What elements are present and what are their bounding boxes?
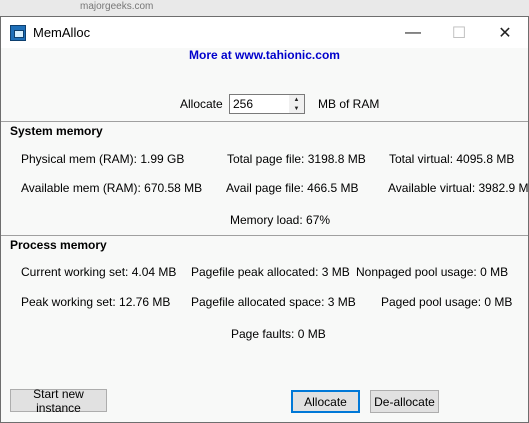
allocate-spinner[interactable]: ▲ ▼ xyxy=(289,95,304,113)
pagefile-allocated-space-value: Pagefile allocated space: 3 MB xyxy=(191,295,356,309)
paged-pool-usage-value: Paged pool usage: 0 MB xyxy=(381,295,513,309)
allocate-button[interactable]: Allocate xyxy=(291,390,360,413)
allocate-unit-label: MB of RAM xyxy=(318,97,380,111)
background-url: majorgeeks.com xyxy=(80,1,154,12)
memalloc-window: MemAlloc — ☐ ✕ More at www.tahionic.com … xyxy=(0,16,529,423)
current-working-set-value: Current working set: 4.04 MB xyxy=(21,265,177,279)
available-virtual-value: Available virtual: 3982.9 MB xyxy=(388,181,529,195)
maximize-button[interactable]: ☐ xyxy=(436,17,482,48)
window-controls: — ☐ ✕ xyxy=(390,17,528,48)
available-mem-value: Available mem (RAM): 670.58 MB xyxy=(21,181,203,195)
total-virtual-value: Total virtual: 4095.8 MB xyxy=(389,152,515,166)
close-button[interactable]: ✕ xyxy=(482,17,528,48)
system-memory-heading: System memory xyxy=(1,121,528,140)
pagefile-peak-allocated-value: Pagefile peak allocated: 3 MB xyxy=(191,265,350,279)
total-page-file-value: Total page file: 3198.8 MB xyxy=(227,152,366,166)
title-bar[interactable]: MemAlloc — ☐ ✕ xyxy=(1,17,528,48)
start-new-instance-button[interactable]: Start new instance xyxy=(10,387,107,415)
spin-down-icon[interactable]: ▼ xyxy=(289,104,304,113)
window-title: MemAlloc xyxy=(33,25,91,40)
memory-load-value: Memory load: 67% xyxy=(230,213,331,227)
page-faults-value: Page faults: 0 MB xyxy=(231,327,326,341)
app-icon xyxy=(10,24,26,41)
nonpaged-pool-usage-value: Nonpaged pool usage: 0 MB xyxy=(356,265,509,279)
peak-working-set-value: Peak working set: 12.76 MB xyxy=(21,295,171,309)
spin-up-icon[interactable]: ▲ xyxy=(289,95,304,104)
website-link[interactable]: More at www.tahionic.com xyxy=(1,48,528,62)
avail-page-file-value: Avail page file: 466.5 MB xyxy=(226,181,359,195)
physical-mem-value: Physical mem (RAM): 1.99 GB xyxy=(21,152,185,166)
process-memory-heading: Process memory xyxy=(1,235,528,254)
deallocate-button[interactable]: De-allocate xyxy=(370,390,439,413)
minimize-button[interactable]: — xyxy=(390,17,436,48)
allocate-label: Allocate xyxy=(180,97,223,111)
